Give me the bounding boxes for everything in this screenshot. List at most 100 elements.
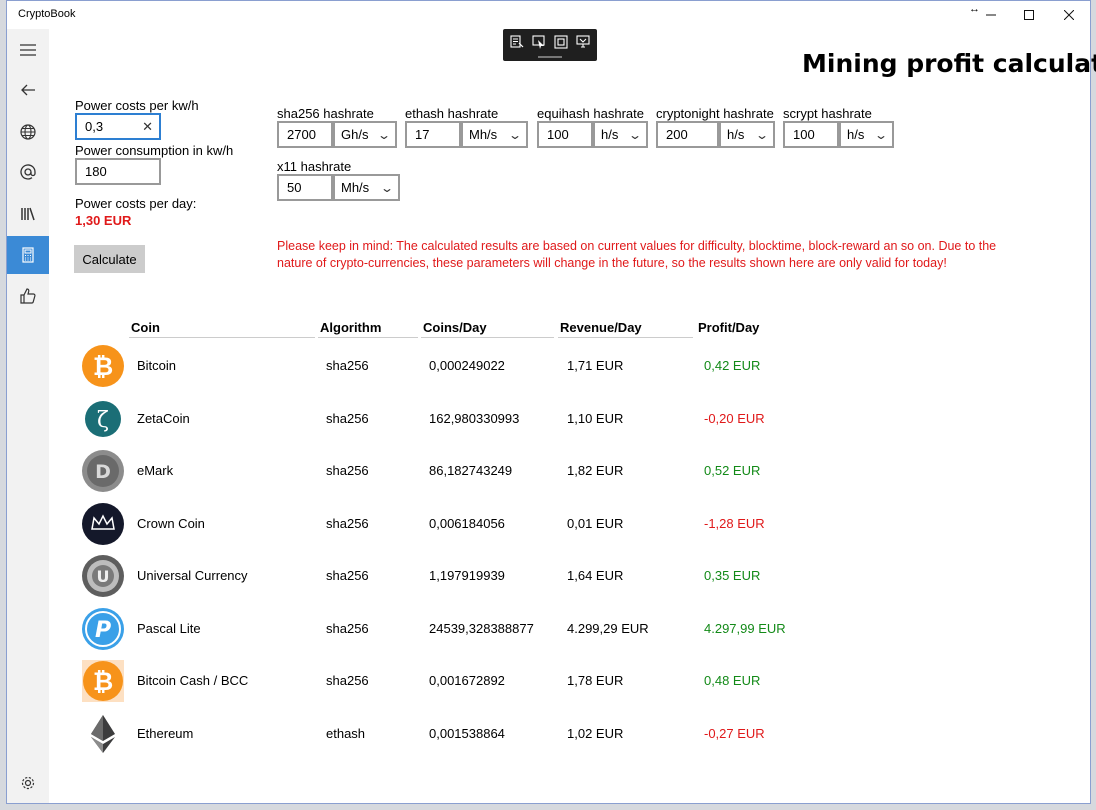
sidebar-item-calculator[interactable] <box>7 236 49 274</box>
sha256-input[interactable]: 2700 <box>277 121 333 148</box>
hamburger-menu-button[interactable] <box>7 31 49 69</box>
coin-profit: -0,20 EUR <box>704 411 765 426</box>
settings-button[interactable] <box>7 764 49 802</box>
power-cost-label: Power costs per kw/h <box>75 98 199 113</box>
x11-value: 50 <box>287 180 302 195</box>
coin-coins-day: 0,001538864 <box>429 726 505 741</box>
svg-text:₿: ₿ <box>93 352 113 381</box>
coin-coins-day: 0,006184056 <box>429 516 505 531</box>
coin-coins-day: 162,980330993 <box>429 411 520 426</box>
minimize-icon <box>986 14 996 16</box>
coin-revenue: 1,71 EUR <box>567 358 624 373</box>
x11-unit-select[interactable]: Mh/s ⌄ <box>333 174 400 201</box>
equihash-value: 100 <box>547 127 569 142</box>
calculator-icon <box>22 247 34 263</box>
scrypt-value: 100 <box>793 127 815 142</box>
select-element-icon[interactable] <box>510 35 524 49</box>
coin-algorithm: sha256 <box>326 516 369 531</box>
cryptonight-input[interactable]: 200 <box>656 121 719 148</box>
equihash-unit-select[interactable]: h/s ⌄ <box>593 121 648 148</box>
header-coin: Coin <box>129 320 315 338</box>
power-consumption-value: 180 <box>85 164 107 179</box>
sidebar-item-library[interactable] <box>7 195 49 233</box>
coin-coins-day: 1,197919939 <box>429 568 505 583</box>
coin-name: ZetaCoin <box>137 411 190 426</box>
gear-icon <box>21 776 35 790</box>
calculate-button[interactable]: Calculate <box>74 245 145 273</box>
scrypt-input[interactable]: 100 <box>783 121 839 148</box>
scrypt-unit-select[interactable]: h/s ⌄ <box>839 121 894 148</box>
table-row[interactable]: ₿ Bitcoin sha256 0,000249022 1,71 EUR 0,… <box>81 344 801 388</box>
at-sign-icon <box>20 164 36 180</box>
chevron-down-icon: ⌄ <box>754 127 770 142</box>
coin-profit: 0,52 EUR <box>704 463 761 478</box>
zetacoin-icon: ζ <box>85 401 121 437</box>
hamburger-icon <box>20 44 36 56</box>
table-row[interactable]: D eMark sha256 86,182743249 1,82 EUR 0,5… <box>81 449 801 493</box>
power-consumption-input[interactable]: 180 <box>75 158 161 185</box>
header-algorithm: Algorithm <box>318 320 418 338</box>
coin-algorithm: sha256 <box>326 463 369 478</box>
coin-revenue: 1,02 EUR <box>567 726 624 741</box>
sha256-unit: Gh/s <box>341 127 369 142</box>
coin-profit: 0,35 EUR <box>704 568 761 583</box>
sidebar-item-globe[interactable] <box>7 113 49 151</box>
sha256-value: 2700 <box>287 127 316 142</box>
close-icon <box>1064 10 1074 20</box>
maximize-button[interactable] <box>1011 1 1047 29</box>
coin-name: Ethereum <box>137 726 194 741</box>
coin-revenue: 1,82 EUR <box>567 463 624 478</box>
power-consumption-label: Power consumption in kw/h <box>75 143 234 158</box>
bitcoin-icon: ₿ <box>82 345 124 387</box>
track-focus-icon[interactable] <box>576 35 590 49</box>
equihash-input[interactable]: 100 <box>537 121 593 148</box>
coin-revenue: 4.299,29 EUR <box>567 621 649 636</box>
power-cost-input[interactable]: 0,3 ✕ <box>75 113 161 140</box>
ethash-input[interactable]: 17 <box>405 121 461 148</box>
coin-algorithm: sha256 <box>326 568 369 583</box>
header-coins-day: Coins/Day <box>421 320 554 338</box>
table-row[interactable]: ζ ZetaCoin sha256 162,980330993 1,10 EUR… <box>81 397 801 441</box>
chevron-down-icon: ⌄ <box>376 127 392 142</box>
chevron-down-icon: ⌄ <box>873 127 889 142</box>
coin-revenue: 1,78 EUR <box>567 673 624 688</box>
table-row[interactable]: P Pascal Lite sha256 24539,328388877 4.2… <box>81 607 801 651</box>
library-icon <box>21 207 35 221</box>
sidebar-item-like[interactable] <box>7 277 49 315</box>
cryptonight-unit-select[interactable]: h/s ⌄ <box>719 121 775 148</box>
clear-input-icon[interactable]: ✕ <box>142 119 153 135</box>
minimize-button[interactable] <box>973 1 1009 29</box>
sidebar-nav <box>7 29 49 803</box>
back-button[interactable] <box>7 71 49 109</box>
sha256-unit-select[interactable]: Gh/s ⌄ <box>333 121 397 148</box>
sidebar-item-contact[interactable] <box>7 153 49 191</box>
power-costs-day-value: 1,30 EUR <box>75 213 132 228</box>
crown-icon <box>82 503 124 545</box>
coin-algorithm: sha256 <box>326 621 369 636</box>
ethash-label: ethash hashrate <box>405 106 499 121</box>
table-row[interactable]: Ethereum ethash 0,001538864 1,02 EUR -0,… <box>81 712 801 756</box>
emark-icon: D <box>82 450 124 492</box>
table-row[interactable]: Crown Coin sha256 0,006184056 0,01 EUR -… <box>81 502 801 546</box>
ethash-unit-select[interactable]: Mh/s ⌄ <box>461 121 528 148</box>
coin-algorithm: ethash <box>326 726 366 741</box>
pointer-select-icon[interactable] <box>532 35 546 49</box>
table-row[interactable]: U Universal Currency sha256 1,197919939 … <box>81 554 801 598</box>
coin-revenue: 1,64 EUR <box>567 568 624 583</box>
coin-algorithm: sha256 <box>326 358 369 373</box>
coin-algorithm: sha256 <box>326 673 369 688</box>
cryptonight-value: 200 <box>666 127 688 142</box>
equihash-unit: h/s <box>601 127 619 142</box>
close-button[interactable] <box>1051 1 1087 29</box>
x11-input[interactable]: 50 <box>277 174 333 201</box>
floating-toolbar <box>503 29 597 61</box>
table-row[interactable]: ₿ Bitcoin Cash / BCC sha256 0,001672892 … <box>81 659 801 703</box>
app-window: CryptoBook ↔ Mining profit calcula Power… <box>6 0 1096 804</box>
frame-select-icon[interactable] <box>554 35 568 49</box>
chevron-down-icon: ⌄ <box>507 127 523 142</box>
coin-coins-day: 0,000249022 <box>429 358 505 373</box>
universal-currency-icon: U <box>82 555 124 597</box>
toolbar-grip[interactable] <box>538 56 562 58</box>
pascal-lite-icon: P <box>82 608 124 650</box>
maximize-icon <box>1024 10 1034 20</box>
